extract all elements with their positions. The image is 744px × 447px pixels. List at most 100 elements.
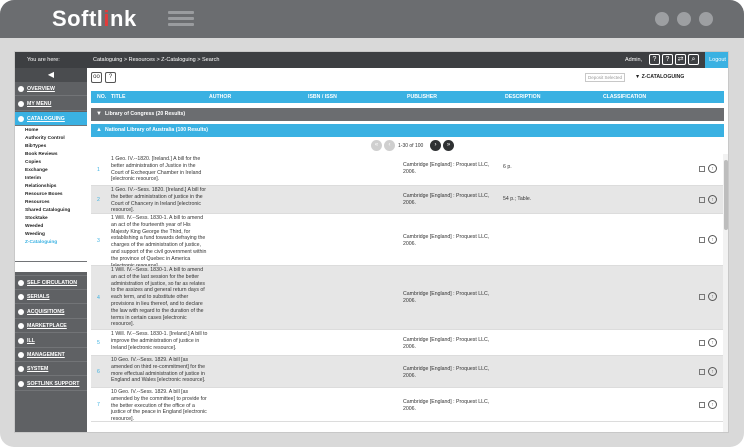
select-checkbox[interactable]: [699, 294, 705, 300]
submenu-item[interactable]: Stocktake: [25, 216, 48, 221]
table-row[interactable]: 1 1 Geo. IV.--1820. [Ireland.] A bill fo…: [91, 154, 724, 186]
top-bar: Softlink: [0, 0, 744, 38]
last-page-icon[interactable]: »: [443, 140, 454, 151]
submenu-item[interactable]: Relationships: [25, 184, 56, 189]
submenu-item[interactable]: Shared Cataloguing: [25, 208, 70, 213]
softlink-logo[interactable]: Softlink: [52, 6, 137, 32]
star-icon: [18, 101, 24, 107]
app-window: You are here: Cataloguing > Resources > …: [14, 51, 729, 433]
submenu-item[interactable]: Book Reviews: [25, 152, 58, 157]
group-library-of-congress[interactable]: ▼ Library of Congress (20 Results): [91, 108, 724, 121]
help-icon[interactable]: ?: [662, 54, 673, 65]
import-icon[interactable]: ↑: [708, 164, 717, 173]
switch-icon[interactable]: ⇄: [675, 54, 686, 65]
next-page-icon[interactable]: ›: [430, 140, 441, 151]
select-checkbox[interactable]: [699, 166, 705, 172]
lightbulb-icon[interactable]: ?: [649, 54, 660, 65]
sidebar: ◀ OVERVIEW MY MENU CATALOGUING Home Auth…: [15, 68, 87, 432]
first-page-icon[interactable]: «: [371, 140, 382, 151]
window-dot-1[interactable]: [655, 12, 669, 26]
binoculars-icon[interactable]: oo: [91, 72, 102, 83]
sidebar-item-system[interactable]: SYSTEM: [15, 362, 87, 376]
prev-page-icon[interactable]: ‹: [384, 140, 395, 151]
support-icon: [18, 381, 24, 387]
submenu-item-z-cataloguing[interactable]: Z-Cataloguing: [25, 240, 57, 245]
sidebar-item-technical[interactable]: TECHNICAL: [15, 248, 87, 262]
import-icon[interactable]: ↑: [708, 195, 717, 204]
results-scrollbar[interactable]: [723, 154, 728, 432]
submenu-item[interactable]: BibTypes: [25, 144, 46, 149]
self-circulation-icon: [18, 280, 24, 286]
import-icon[interactable]: ↑: [708, 338, 717, 347]
select-checkbox[interactable]: [699, 369, 705, 375]
sidebar-item-softlink-support[interactable]: SOFTLINK SUPPORT: [15, 377, 87, 391]
col-no[interactable]: NO.: [97, 94, 106, 100]
window-dot-2[interactable]: [677, 12, 691, 26]
breadcrumb[interactable]: Cataloguing > Resources > Z-Cataloguing …: [93, 57, 219, 63]
select-checkbox[interactable]: [699, 340, 705, 346]
pager-text: 1-30 of 100: [398, 143, 424, 149]
you-are-here-label: You are here:: [27, 57, 60, 63]
sidebar-item-overview[interactable]: OVERVIEW: [15, 82, 87, 96]
table-row[interactable]: 3 1 Will. IV.--Sess. 1830-1. A bill to a…: [91, 214, 724, 269]
z-cataloguing-dropdown[interactable]: ▼ Z-CATALOGUING: [635, 74, 684, 80]
submenu-item[interactable]: Exchange: [25, 168, 48, 173]
import-icon[interactable]: ↑: [708, 292, 717, 301]
search-icon[interactable]: ⌕: [688, 54, 699, 65]
technical-icon: [18, 252, 24, 258]
sidebar-item-acquisitions[interactable]: ACQUISITIONS: [15, 305, 87, 319]
col-author[interactable]: AUTHOR: [209, 94, 231, 100]
import-icon[interactable]: ↑: [708, 400, 717, 409]
overview-icon: [18, 86, 24, 92]
submenu-item[interactable]: Copies: [25, 160, 41, 165]
submenu-item[interactable]: Weeding: [25, 232, 45, 237]
sidebar-item-cataloguing[interactable]: CATALOGUING: [15, 112, 87, 126]
table-row[interactable]: 7 10 Geo. IV.--Sess. 1829. A bill [as am…: [91, 388, 724, 422]
submenu-item[interactable]: Resources: [25, 200, 50, 205]
chevron-up-icon: ▲: [96, 127, 102, 133]
system-icon: [18, 366, 24, 372]
sidebar-item-marketplace[interactable]: MARKETPLACE: [15, 319, 87, 333]
window-dot-3[interactable]: [699, 12, 713, 26]
circulation-icon: [18, 266, 24, 272]
sidebar-item-self-circulation[interactable]: SELF CIRCULATION: [15, 276, 87, 290]
table-row[interactable]: 4 1 Will. IV.--Sess. 1830-1. A bill to a…: [91, 266, 724, 330]
sidebar-item-serials[interactable]: SERIALS: [15, 290, 87, 304]
submenu-item[interactable]: Authority Control: [25, 136, 65, 141]
main-content: oo ? Deposit Selected ▼ Z-CATALOGUING NO…: [87, 68, 728, 432]
management-icon: [18, 352, 24, 358]
user-name: Admin,: [625, 57, 643, 63]
scrollbar-thumb[interactable]: [724, 160, 728, 230]
import-icon[interactable]: ↑: [708, 367, 717, 376]
logout-button[interactable]: Logout: [705, 52, 728, 68]
submenu-item[interactable]: Home: [25, 128, 38, 133]
table-row[interactable]: 2 1 Geo. IV.--Sess. 1820. [Ireland.] A b…: [91, 186, 724, 214]
book-icon: [18, 116, 24, 122]
marketplace-icon: [18, 323, 24, 329]
table-row[interactable]: 6 10 Geo. IV.--Sess. 1829. A bill [as am…: [91, 356, 724, 388]
info-icon[interactable]: ?: [105, 72, 116, 83]
import-icon[interactable]: ↑: [708, 235, 717, 244]
submenu-item[interactable]: Weeded: [25, 224, 43, 229]
sidebar-item-ill[interactable]: ILL: [15, 334, 87, 348]
sidebar-item-circulation[interactable]: CIRCULATION: [15, 262, 87, 276]
acquisitions-icon: [18, 309, 24, 315]
table-row[interactable]: 5 1 Will. IV.--Sess. 1830-1. [Ireland.] …: [91, 330, 724, 356]
col-title[interactable]: TITLE: [111, 94, 125, 100]
col-classification[interactable]: CLASSIFICATION: [603, 94, 646, 100]
hamburger-menu-icon[interactable]: [168, 11, 194, 27]
group-national-library-australia[interactable]: ▲ National Library of Australia (100 Resu…: [91, 124, 724, 137]
col-publisher[interactable]: PUBLISHER: [407, 94, 437, 100]
select-checkbox[interactable]: [699, 402, 705, 408]
col-description[interactable]: DESCRIPTION: [505, 94, 540, 100]
select-checkbox[interactable]: [699, 237, 705, 243]
submenu-item[interactable]: Interim: [25, 176, 41, 181]
sidebar-item-my-menu[interactable]: MY MENU: [15, 97, 87, 111]
sidebar-item-management[interactable]: MANAGEMENT: [15, 348, 87, 362]
select-checkbox[interactable]: [699, 197, 705, 203]
deposit-selected-button[interactable]: Deposit Selected: [585, 73, 625, 82]
col-isbn[interactable]: ISBN / ISSN: [308, 94, 337, 100]
serials-icon: [18, 294, 24, 300]
sidebar-collapse-icon[interactable]: ◀: [15, 68, 87, 82]
submenu-item[interactable]: Resource Boxes: [25, 192, 63, 197]
